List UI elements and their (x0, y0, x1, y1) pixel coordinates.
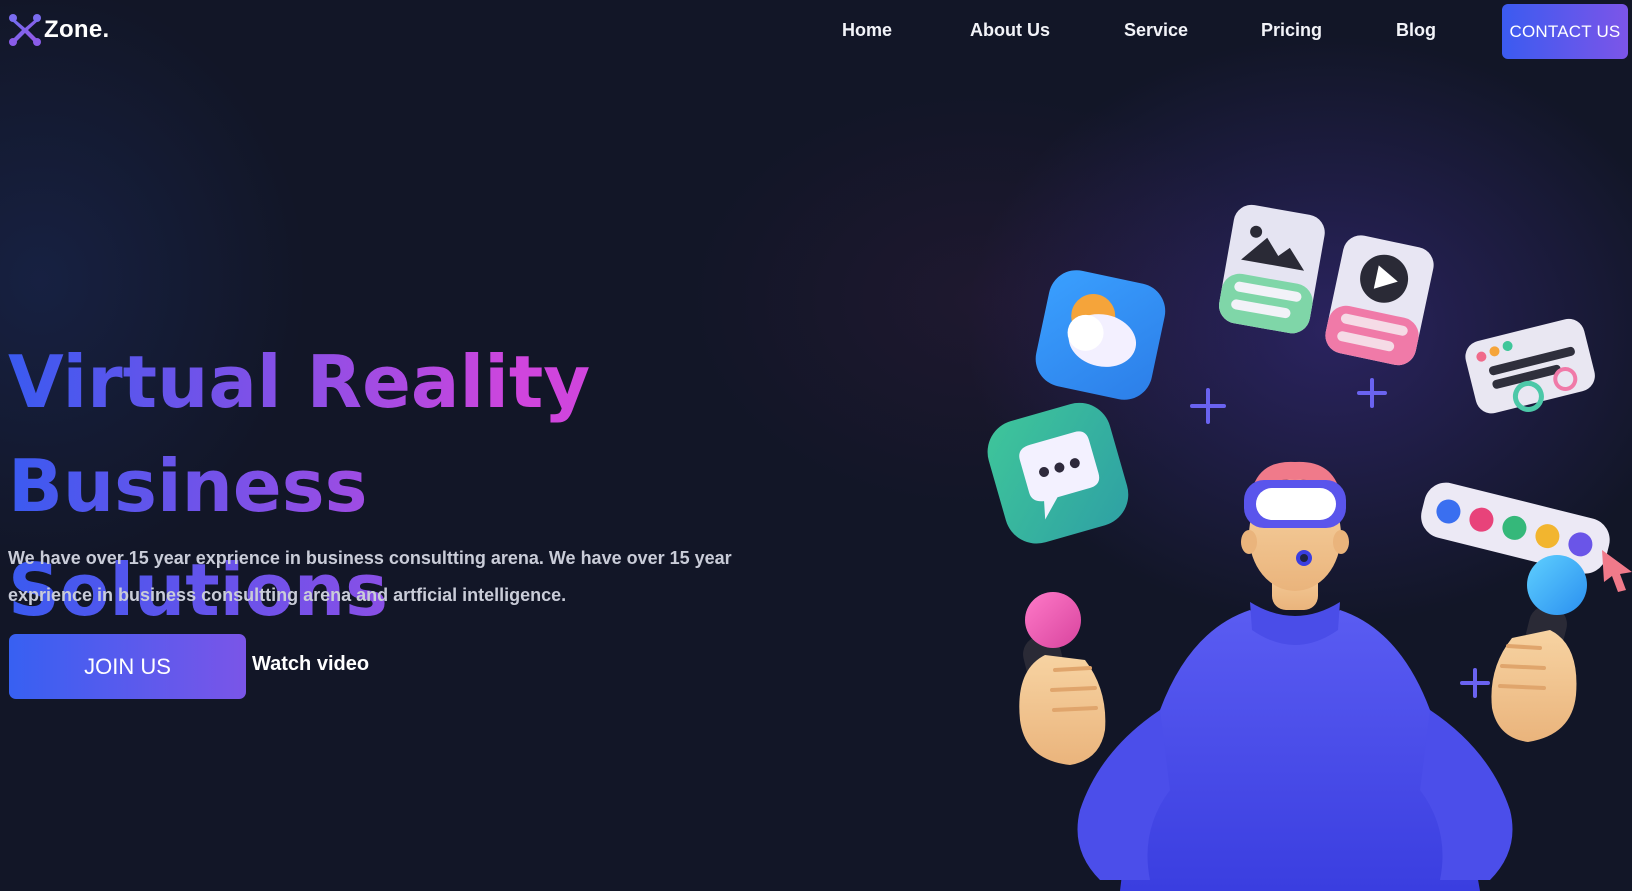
nav-blog[interactable]: Blog (1396, 20, 1436, 41)
top-nav: Zone. Home About Us Service Pricing Blog… (0, 0, 1632, 62)
contact-us-button[interactable]: CONTACT US (1502, 4, 1628, 59)
play-card-icon (1325, 235, 1434, 366)
right-controller-icon (1491, 555, 1587, 742)
brand-name: Zone. (44, 16, 110, 43)
landing-page: Zone. Home About Us Service Pricing Blog… (0, 0, 1632, 891)
chat-bubble-icon (987, 402, 1129, 544)
nav-pricing[interactable]: Pricing (1261, 20, 1322, 41)
hero-title-line1: Virtual Reality Business (8, 330, 828, 538)
color-palette-icon (1421, 482, 1610, 574)
brand-logo[interactable]: Zone. (8, 12, 110, 48)
settings-panel-icon (1465, 318, 1595, 414)
nav-about-us[interactable]: About Us (970, 20, 1050, 41)
hero-description: We have over 15 year exprience in busine… (8, 548, 732, 605)
image-card-icon (1219, 204, 1325, 334)
logo-icon (9, 14, 41, 46)
nav-service[interactable]: Service (1124, 20, 1188, 41)
join-us-button[interactable]: JOIN US (9, 634, 246, 699)
nav-home[interactable]: Home (842, 20, 892, 41)
watch-video-link[interactable]: Watch video (252, 653, 369, 676)
left-controller-icon (1019, 592, 1106, 765)
cursor-icon (1602, 550, 1632, 592)
weather-icon (1035, 270, 1166, 400)
vr-illustration (987, 204, 1632, 891)
